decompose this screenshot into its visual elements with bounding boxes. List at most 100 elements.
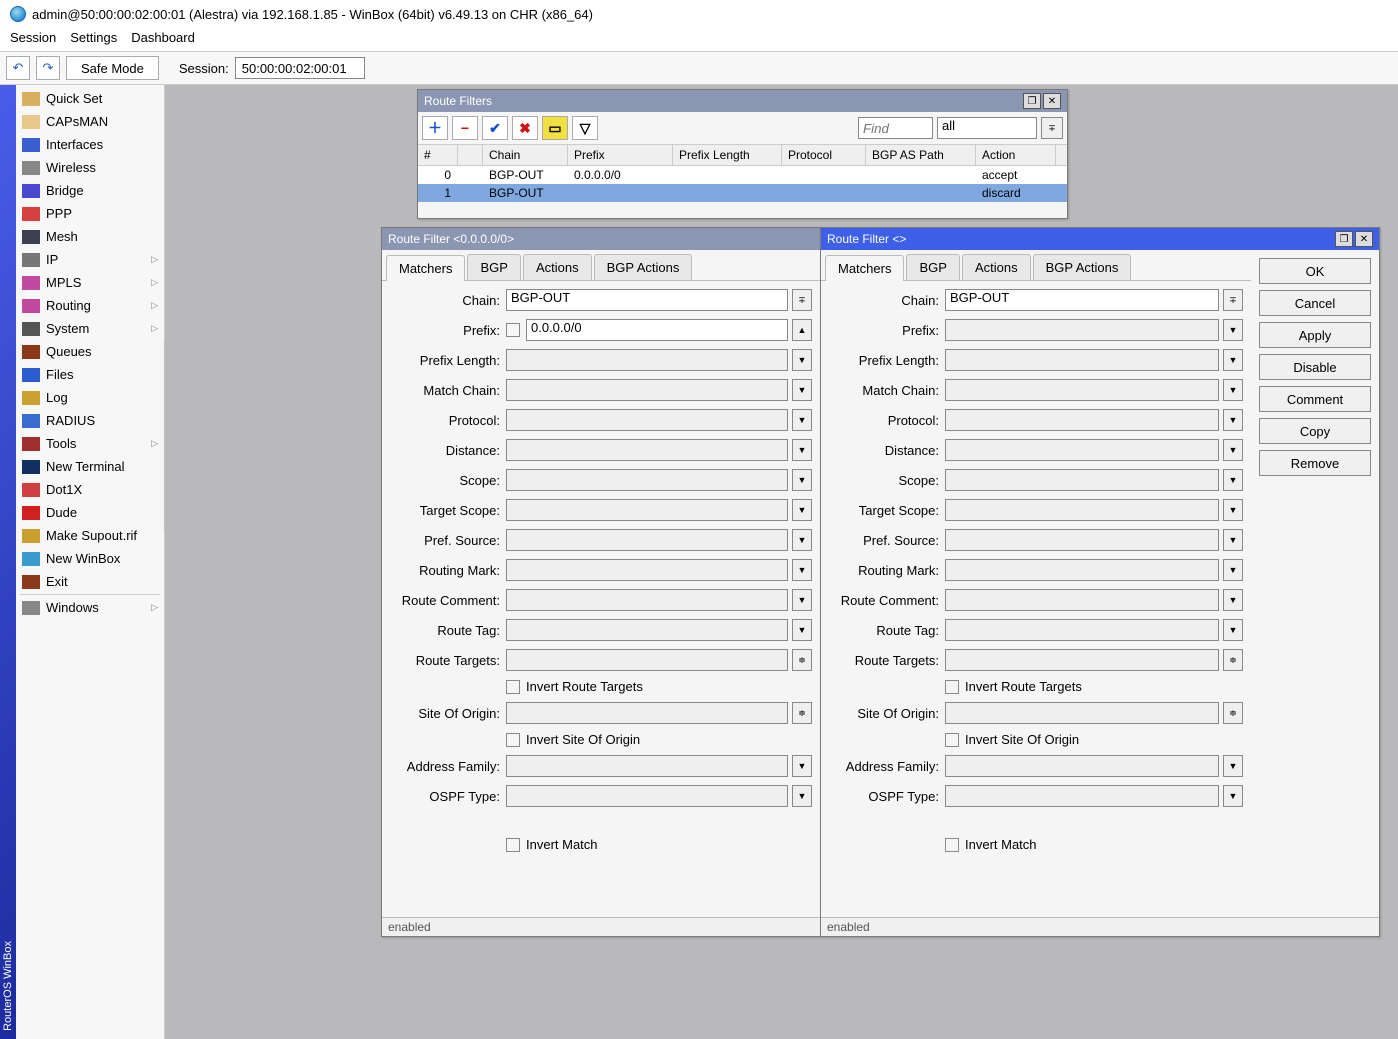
form-input[interactable]	[945, 349, 1219, 371]
disable-button[interactable]: Disable	[1259, 354, 1371, 380]
collapse-icon[interactable]: ▲	[792, 319, 812, 341]
sidebar-item-wireless[interactable]: Wireless	[16, 156, 164, 179]
chevron-down-icon[interactable]: ▼	[792, 349, 812, 371]
checkbox[interactable]	[506, 680, 520, 694]
dialog2-titlebar[interactable]: Route Filter <> ❐ ✕	[821, 228, 1379, 250]
window-restore-icon[interactable]: ❐	[1023, 93, 1041, 109]
sidebar-item-interfaces[interactable]: Interfaces	[16, 133, 164, 156]
chevron-down-icon[interactable]: ▼	[792, 499, 812, 521]
table-row[interactable]: 0BGP-OUT0.0.0.0/0accept	[418, 166, 1067, 184]
chevron-down-icon[interactable]: ▼	[1223, 529, 1243, 551]
prefix-input[interactable]: 0.0.0.0/0	[526, 319, 788, 341]
sidebar-item-system[interactable]: System▷	[16, 317, 164, 340]
column-header[interactable]: BGP AS Path	[866, 145, 976, 165]
form-input[interactable]	[506, 755, 788, 777]
chevron-down-icon[interactable]: ▼	[792, 529, 812, 551]
form-input[interactable]	[945, 499, 1219, 521]
form-input[interactable]	[945, 785, 1219, 807]
find-input[interactable]	[858, 117, 933, 139]
form-input[interactable]	[945, 619, 1219, 641]
form-input[interactable]	[506, 409, 788, 431]
checkbox[interactable]	[506, 838, 520, 852]
spinner-icon[interactable]: ≑	[792, 702, 812, 724]
prefix-checkbox[interactable]	[506, 323, 520, 337]
cancel-button[interactable]: Cancel	[1259, 290, 1371, 316]
chevron-down-icon[interactable]: ▼	[792, 469, 812, 491]
sidebar-item-dot1x[interactable]: Dot1X	[16, 478, 164, 501]
form-input[interactable]	[506, 469, 788, 491]
tab-bgp[interactable]: BGP	[906, 254, 959, 280]
add-button[interactable]: ＋	[422, 116, 448, 140]
form-input[interactable]	[506, 785, 788, 807]
apply-button[interactable]: Apply	[1259, 322, 1371, 348]
sidebar-item-windows[interactable]: Windows▷	[16, 596, 164, 619]
chain-input[interactable]: BGP-OUT	[945, 289, 1219, 311]
form-input[interactable]	[506, 649, 788, 671]
sidebar-item-exit[interactable]: Exit	[16, 570, 164, 593]
sidebar-item-dude[interactable]: Dude	[16, 501, 164, 524]
dropdown-icon[interactable]: ∓	[792, 289, 812, 311]
expand-icon[interactable]: ▼	[1223, 319, 1243, 341]
chevron-down-icon[interactable]: ▼	[1223, 785, 1243, 807]
form-input[interactable]	[945, 755, 1219, 777]
ok-button[interactable]: OK	[1259, 258, 1371, 284]
column-header[interactable]: Protocol	[782, 145, 866, 165]
spinner-icon[interactable]: ≑	[1223, 649, 1243, 671]
sidebar-item-bridge[interactable]: Bridge	[16, 179, 164, 202]
form-input[interactable]	[506, 349, 788, 371]
chevron-down-icon[interactable]: ▼	[1223, 589, 1243, 611]
form-input[interactable]	[506, 499, 788, 521]
sidebar-item-capsman[interactable]: CAPsMAN	[16, 110, 164, 133]
checkbox[interactable]	[506, 733, 520, 747]
checkbox[interactable]	[945, 838, 959, 852]
sidebar-item-ppp[interactable]: PPP	[16, 202, 164, 225]
remove-button[interactable]: −	[452, 116, 478, 140]
form-input[interactable]	[945, 469, 1219, 491]
chevron-down-icon[interactable]: ▼	[792, 409, 812, 431]
chevron-down-icon[interactable]: ▼	[792, 785, 812, 807]
chain-input[interactable]: BGP-OUT	[506, 289, 788, 311]
tab-bgp-actions[interactable]: BGP Actions	[594, 254, 693, 280]
column-header[interactable]: Chain	[483, 145, 568, 165]
tab-matchers[interactable]: Matchers	[386, 255, 465, 281]
sidebar-item-routing[interactable]: Routing▷	[16, 294, 164, 317]
column-header[interactable]	[458, 145, 483, 165]
remove-button[interactable]: Remove	[1259, 450, 1371, 476]
filter-icon[interactable]: ▽	[572, 116, 598, 140]
safe-mode-button[interactable]: Safe Mode	[66, 56, 159, 80]
filter-select-dropdown[interactable]: ∓	[1041, 117, 1063, 139]
form-input[interactable]	[506, 619, 788, 641]
sidebar-item-mesh[interactable]: Mesh	[16, 225, 164, 248]
menu-settings[interactable]: Settings	[70, 30, 117, 45]
chevron-down-icon[interactable]: ▼	[792, 619, 812, 641]
window-restore-icon[interactable]: ❐	[1335, 231, 1353, 247]
redo-button[interactable]: ↷	[36, 56, 60, 80]
form-input[interactable]	[945, 589, 1219, 611]
form-input[interactable]	[945, 649, 1219, 671]
form-input[interactable]	[506, 559, 788, 581]
chevron-down-icon[interactable]: ▼	[792, 379, 812, 401]
comment-button[interactable]: Comment	[1259, 386, 1371, 412]
form-input[interactable]	[945, 439, 1219, 461]
column-header[interactable]: Prefix Length	[673, 145, 782, 165]
comment-button[interactable]: ▭	[542, 116, 568, 140]
column-header[interactable]: Action	[976, 145, 1056, 165]
chevron-down-icon[interactable]: ▼	[792, 439, 812, 461]
form-input[interactable]	[945, 409, 1219, 431]
chevron-down-icon[interactable]: ▼	[792, 755, 812, 777]
filter-select[interactable]: all	[937, 117, 1037, 139]
tab-actions[interactable]: Actions	[523, 254, 592, 280]
chevron-down-icon[interactable]: ▼	[1223, 559, 1243, 581]
undo-button[interactable]: ↶	[6, 56, 30, 80]
menu-dashboard[interactable]: Dashboard	[131, 30, 195, 45]
chevron-down-icon[interactable]: ▼	[792, 589, 812, 611]
sidebar-item-queues[interactable]: Queues	[16, 340, 164, 363]
checkbox[interactable]	[945, 733, 959, 747]
tab-bgp-actions[interactable]: BGP Actions	[1033, 254, 1132, 280]
chevron-down-icon[interactable]: ▼	[1223, 379, 1243, 401]
menu-session[interactable]: Session	[10, 30, 56, 45]
chevron-down-icon[interactable]: ▼	[792, 559, 812, 581]
form-input[interactable]	[945, 702, 1219, 724]
column-header[interactable]: Prefix	[568, 145, 673, 165]
prefix-input[interactable]	[945, 319, 1219, 341]
